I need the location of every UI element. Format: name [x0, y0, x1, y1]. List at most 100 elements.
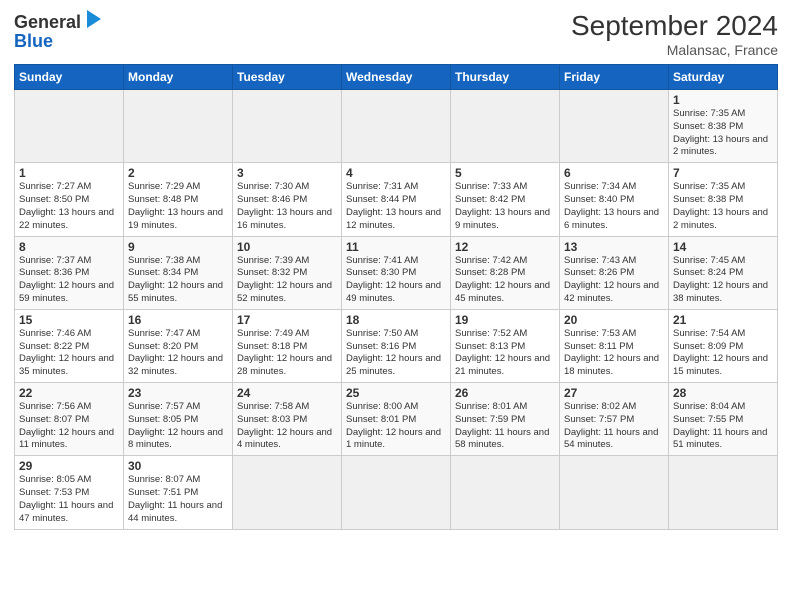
- cell-info: Sunrise: 8:01 AMSunset: 7:59 PMDaylight:…: [455, 401, 549, 450]
- calendar-cell: 21Sunrise: 7:54 AMSunset: 8:09 PMDayligh…: [669, 309, 778, 382]
- cell-info: Sunrise: 8:04 AMSunset: 7:55 PMDaylight:…: [673, 401, 767, 450]
- page-subtitle: Malansac, France: [571, 42, 778, 58]
- day-number: 5: [455, 166, 555, 180]
- calendar-cell: [233, 90, 342, 163]
- day-number: 10: [237, 240, 337, 254]
- calendar-cell: [451, 90, 560, 163]
- calendar-cell: 24Sunrise: 7:58 AMSunset: 8:03 PMDayligh…: [233, 383, 342, 456]
- calendar-cell: 2Sunrise: 7:29 AMSunset: 8:48 PMDaylight…: [124, 163, 233, 236]
- calendar-cell: 17Sunrise: 7:49 AMSunset: 8:18 PMDayligh…: [233, 309, 342, 382]
- day-number: 15: [19, 313, 119, 327]
- cell-info: Sunrise: 7:57 AMSunset: 8:05 PMDaylight:…: [128, 401, 223, 450]
- logo-general: General: [14, 12, 81, 33]
- calendar-week: 8Sunrise: 7:37 AMSunset: 8:36 PMDaylight…: [15, 236, 778, 309]
- calendar-cell: 23Sunrise: 7:57 AMSunset: 8:05 PMDayligh…: [124, 383, 233, 456]
- day-number: 11: [346, 240, 446, 254]
- calendar-cell: 1Sunrise: 7:35 AMSunset: 8:38 PMDaylight…: [669, 90, 778, 163]
- day-number: 27: [564, 386, 664, 400]
- logo-icon: [83, 10, 101, 28]
- page-container: General Blue September 2024 Malansac, Fr…: [0, 0, 792, 540]
- calendar-cell: [669, 456, 778, 529]
- cell-info: Sunrise: 7:56 AMSunset: 8:07 PMDaylight:…: [19, 401, 114, 450]
- page-title: September 2024: [571, 10, 778, 42]
- day-number: 12: [455, 240, 555, 254]
- cell-info: Sunrise: 8:07 AMSunset: 7:51 PMDaylight:…: [128, 474, 222, 523]
- cell-info: Sunrise: 7:49 AMSunset: 8:18 PMDaylight:…: [237, 328, 332, 377]
- day-number: 28: [673, 386, 773, 400]
- calendar-cell: 9Sunrise: 7:38 AMSunset: 8:34 PMDaylight…: [124, 236, 233, 309]
- calendar-cell: 4Sunrise: 7:31 AMSunset: 8:44 PMDaylight…: [342, 163, 451, 236]
- calendar-cell: 16Sunrise: 7:47 AMSunset: 8:20 PMDayligh…: [124, 309, 233, 382]
- logo-blue: Blue: [14, 31, 53, 52]
- weekday-header: Monday: [124, 65, 233, 90]
- day-number: 9: [128, 240, 228, 254]
- cell-info: Sunrise: 7:35 AMSunset: 8:38 PMDaylight:…: [673, 181, 768, 230]
- calendar-cell: 26Sunrise: 8:01 AMSunset: 7:59 PMDayligh…: [451, 383, 560, 456]
- calendar-cell: [451, 456, 560, 529]
- calendar-cell: 27Sunrise: 8:02 AMSunset: 7:57 PMDayligh…: [560, 383, 669, 456]
- day-number: 17: [237, 313, 337, 327]
- calendar-cell: [560, 456, 669, 529]
- cell-info: Sunrise: 7:47 AMSunset: 8:20 PMDaylight:…: [128, 328, 223, 377]
- logo: General Blue: [14, 10, 101, 52]
- calendar-cell: [233, 456, 342, 529]
- day-number: 6: [564, 166, 664, 180]
- weekday-header: Saturday: [669, 65, 778, 90]
- calendar-week: 1Sunrise: 7:27 AMSunset: 8:50 PMDaylight…: [15, 163, 778, 236]
- calendar-cell: 29Sunrise: 8:05 AMSunset: 7:53 PMDayligh…: [15, 456, 124, 529]
- day-number: 25: [346, 386, 446, 400]
- weekday-header: Tuesday: [233, 65, 342, 90]
- calendar-cell: 30Sunrise: 8:07 AMSunset: 7:51 PMDayligh…: [124, 456, 233, 529]
- calendar-cell: 18Sunrise: 7:50 AMSunset: 8:16 PMDayligh…: [342, 309, 451, 382]
- calendar-cell: 20Sunrise: 7:53 AMSunset: 8:11 PMDayligh…: [560, 309, 669, 382]
- cell-info: Sunrise: 7:29 AMSunset: 8:48 PMDaylight:…: [128, 181, 223, 230]
- calendar-cell: 5Sunrise: 7:33 AMSunset: 8:42 PMDaylight…: [451, 163, 560, 236]
- calendar-cell: 19Sunrise: 7:52 AMSunset: 8:13 PMDayligh…: [451, 309, 560, 382]
- logo-line: General: [14, 10, 101, 33]
- header: General Blue September 2024 Malansac, Fr…: [14, 10, 778, 58]
- calendar-cell: [15, 90, 124, 163]
- weekday-header: Sunday: [15, 65, 124, 90]
- cell-info: Sunrise: 8:00 AMSunset: 8:01 PMDaylight:…: [346, 401, 441, 450]
- cell-info: Sunrise: 7:54 AMSunset: 8:09 PMDaylight:…: [673, 328, 768, 377]
- day-number: 8: [19, 240, 119, 254]
- calendar-cell: 7Sunrise: 7:35 AMSunset: 8:38 PMDaylight…: [669, 163, 778, 236]
- day-number: 1: [19, 166, 119, 180]
- calendar-cell: [342, 456, 451, 529]
- day-number: 30: [128, 459, 228, 473]
- day-number: 23: [128, 386, 228, 400]
- cell-info: Sunrise: 7:52 AMSunset: 8:13 PMDaylight:…: [455, 328, 550, 377]
- day-number: 29: [19, 459, 119, 473]
- calendar-cell: 1Sunrise: 7:27 AMSunset: 8:50 PMDaylight…: [15, 163, 124, 236]
- day-number: 22: [19, 386, 119, 400]
- day-number: 19: [455, 313, 555, 327]
- calendar-cell: 22Sunrise: 7:56 AMSunset: 8:07 PMDayligh…: [15, 383, 124, 456]
- cell-info: Sunrise: 7:35 AMSunset: 8:38 PMDaylight:…: [673, 108, 768, 157]
- day-number: 7: [673, 166, 773, 180]
- day-number: 14: [673, 240, 773, 254]
- calendar-cell: [560, 90, 669, 163]
- cell-info: Sunrise: 7:37 AMSunset: 8:36 PMDaylight:…: [19, 255, 114, 304]
- calendar-week: 22Sunrise: 7:56 AMSunset: 8:07 PMDayligh…: [15, 383, 778, 456]
- header-row: SundayMondayTuesdayWednesdayThursdayFrid…: [15, 65, 778, 90]
- day-number: 24: [237, 386, 337, 400]
- calendar-week: 15Sunrise: 7:46 AMSunset: 8:22 PMDayligh…: [15, 309, 778, 382]
- cell-info: Sunrise: 7:41 AMSunset: 8:30 PMDaylight:…: [346, 255, 441, 304]
- day-number: 20: [564, 313, 664, 327]
- day-number: 13: [564, 240, 664, 254]
- calendar-cell: 10Sunrise: 7:39 AMSunset: 8:32 PMDayligh…: [233, 236, 342, 309]
- weekday-header: Wednesday: [342, 65, 451, 90]
- cell-info: Sunrise: 7:42 AMSunset: 8:28 PMDaylight:…: [455, 255, 550, 304]
- cell-info: Sunrise: 7:46 AMSunset: 8:22 PMDaylight:…: [19, 328, 114, 377]
- weekday-header: Friday: [560, 65, 669, 90]
- calendar-cell: 6Sunrise: 7:34 AMSunset: 8:40 PMDaylight…: [560, 163, 669, 236]
- day-number: 26: [455, 386, 555, 400]
- calendar-cell: 3Sunrise: 7:30 AMSunset: 8:46 PMDaylight…: [233, 163, 342, 236]
- calendar-cell: 14Sunrise: 7:45 AMSunset: 8:24 PMDayligh…: [669, 236, 778, 309]
- day-number: 2: [128, 166, 228, 180]
- day-number: 1: [673, 93, 773, 107]
- cell-info: Sunrise: 7:39 AMSunset: 8:32 PMDaylight:…: [237, 255, 332, 304]
- cell-info: Sunrise: 7:34 AMSunset: 8:40 PMDaylight:…: [564, 181, 659, 230]
- cell-info: Sunrise: 7:50 AMSunset: 8:16 PMDaylight:…: [346, 328, 441, 377]
- day-number: 18: [346, 313, 446, 327]
